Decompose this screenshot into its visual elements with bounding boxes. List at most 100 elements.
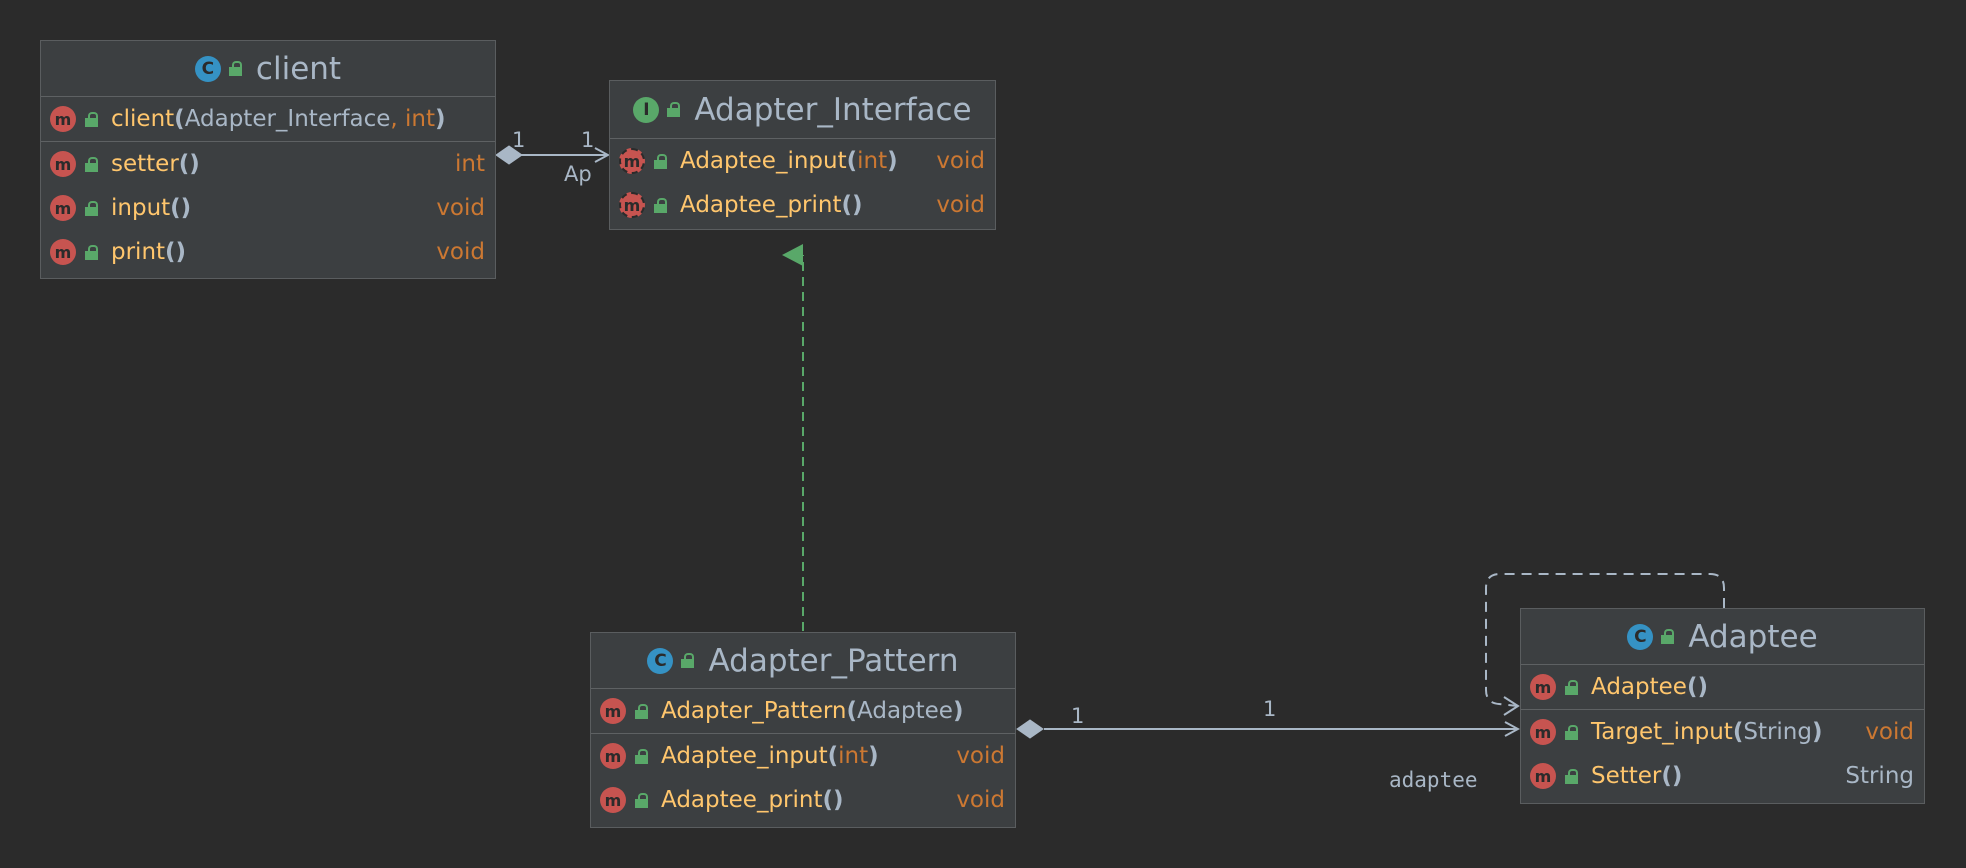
public-lock-icon <box>1661 629 1675 644</box>
method-row[interactable]: m Adaptee_input(int) void <box>610 139 995 183</box>
return-type: void <box>936 192 985 218</box>
public-lock-icon <box>228 61 242 76</box>
method-signature: setter() <box>111 151 200 177</box>
method-name: client <box>111 106 175 132</box>
method-row[interactable]: m Adaptee_print() void <box>610 183 995 227</box>
abstract-method-icon: m <box>619 148 645 174</box>
class-header: C Adapter_Pattern <box>591 633 1015 689</box>
public-lock-icon <box>635 703 648 719</box>
method-icon: m <box>600 743 626 769</box>
param-type: Adapter_Interface <box>184 106 391 132</box>
multiplicity-label: 1 <box>512 128 526 152</box>
method-icon: m <box>600 698 626 724</box>
class-name: Adaptee <box>1688 618 1818 655</box>
method-name: input <box>111 195 171 221</box>
public-lock-icon <box>681 653 695 668</box>
method-signature: Adapter_Pattern(Adaptee) <box>661 698 964 724</box>
method-signature: Setter() <box>1591 763 1683 789</box>
public-lock-icon <box>1565 679 1578 695</box>
role-label: adaptee <box>1389 768 1478 792</box>
method-signature: Adaptee_print() <box>680 192 863 218</box>
public-lock-icon <box>667 102 681 117</box>
multiplicity-label: 1 <box>581 128 595 152</box>
return-type: int <box>455 151 485 177</box>
constructor-row[interactable]: m client(Adapter_Interface, int) <box>41 97 495 142</box>
method-name: setter <box>111 151 179 177</box>
class-node-client[interactable]: C client m client(Adapter_Interface, int… <box>40 40 496 279</box>
edge-pattern-adaptee[interactable] <box>1016 719 1518 739</box>
public-lock-icon <box>85 156 98 172</box>
method-row[interactable]: m Adaptee_input(int) void <box>591 734 1015 778</box>
class-header: I Adapter_Interface <box>610 81 995 139</box>
param-type: int <box>838 743 869 769</box>
method-icon: m <box>1530 763 1556 789</box>
class-node-adapter-interface[interactable]: I Adapter_Interface m Adaptee_input(int)… <box>609 80 996 230</box>
return-type: void <box>936 148 985 174</box>
method-name: Adaptee_print <box>661 787 823 813</box>
method-row[interactable]: m print() void <box>41 230 495 274</box>
return-type: void <box>436 195 485 221</box>
method-name: Adaptee_input <box>680 148 847 174</box>
method-name: Target_input <box>1591 719 1733 745</box>
public-lock-icon <box>635 748 648 764</box>
public-lock-icon <box>654 153 667 169</box>
return-type: void <box>436 239 485 265</box>
method-signature: Adaptee_print() <box>661 787 844 813</box>
method-icon: m <box>50 239 76 265</box>
class-name: client <box>255 50 342 87</box>
return-type: void <box>1865 719 1914 745</box>
method-row[interactable]: m Target_input(String) void <box>1521 710 1924 754</box>
method-signature: Adaptee_input(int) <box>680 148 898 174</box>
class-header: C client <box>41 41 495 97</box>
param-type: int <box>857 148 888 174</box>
class-icon: C <box>194 55 221 82</box>
public-lock-icon <box>1565 768 1578 784</box>
method-signature: Adaptee_input(int) <box>661 743 879 769</box>
public-lock-icon <box>1565 724 1578 740</box>
method-icon: m <box>1530 674 1556 700</box>
method-row[interactable]: m Adaptee_print() void <box>591 778 1015 822</box>
public-lock-icon <box>635 792 648 808</box>
class-header: C Adaptee <box>1521 609 1924 665</box>
return-type: void <box>956 787 1005 813</box>
method-signature: input() <box>111 195 192 221</box>
param-type: int <box>405 106 436 132</box>
return-type: void <box>956 743 1005 769</box>
class-name: Adapter_Interface <box>694 91 972 128</box>
constructor-row[interactable]: m Adaptee() <box>1521 665 1924 710</box>
method-name: Setter <box>1591 763 1662 789</box>
method-icon: m <box>600 787 626 813</box>
method-icon: m <box>50 151 76 177</box>
method-name: Adaptee_input <box>661 743 828 769</box>
method-signature: print() <box>111 239 187 265</box>
class-node-adapter-pattern[interactable]: C Adapter_Pattern m Adapter_Pattern(Adap… <box>590 632 1016 828</box>
method-row[interactable]: m setter() int <box>41 142 495 186</box>
method-row[interactable]: m input() void <box>41 186 495 230</box>
param-type: String <box>1743 719 1812 745</box>
method-signature: Adaptee() <box>1591 674 1708 700</box>
method-icon: m <box>50 106 76 132</box>
method-icon: m <box>50 195 76 221</box>
method-signature: Target_input(String) <box>1591 719 1823 745</box>
constructor-row[interactable]: m Adapter_Pattern(Adaptee) <box>591 689 1015 734</box>
class-icon: C <box>1627 623 1654 650</box>
method-name: Adaptee <box>1591 674 1687 700</box>
public-lock-icon <box>85 244 98 260</box>
method-name: Adaptee_print <box>680 192 842 218</box>
class-icon: C <box>647 647 674 674</box>
return-type: String <box>1845 763 1914 789</box>
composition-diamond <box>1016 719 1044 739</box>
method-signature: client(Adapter_Interface, int) <box>111 106 446 132</box>
abstract-method-icon: m <box>619 192 645 218</box>
class-name: Adapter_Pattern <box>708 642 959 679</box>
public-lock-icon <box>85 200 98 216</box>
method-icon: m <box>1530 719 1556 745</box>
role-label: Ap <box>564 162 592 186</box>
class-node-adaptee[interactable]: C Adaptee m Adaptee() m Target_input(Str… <box>1520 608 1925 804</box>
method-row[interactable]: m Setter() String <box>1521 754 1924 798</box>
method-name: Adapter_Pattern <box>661 698 847 724</box>
multiplicity-label: 1 <box>1263 697 1277 721</box>
param-type: Adaptee <box>857 698 953 724</box>
multiplicity-label: 1 <box>1071 704 1085 728</box>
public-lock-icon <box>85 111 98 127</box>
